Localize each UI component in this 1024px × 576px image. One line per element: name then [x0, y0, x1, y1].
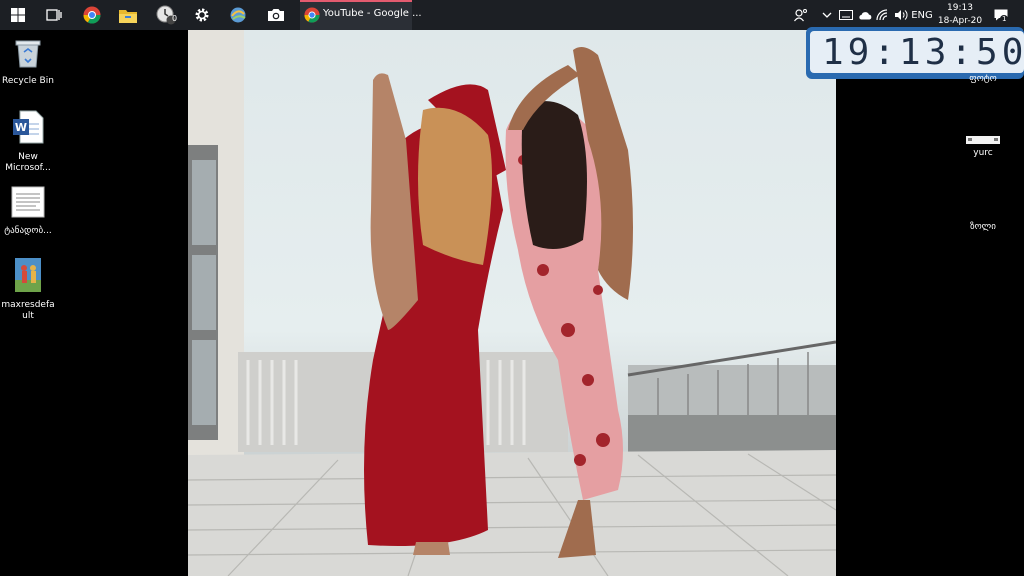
desktop-icon-right-2[interactable]: yurc	[958, 132, 1008, 162]
desktop-icon-label: yurc	[973, 148, 993, 158]
clock-date: 18-Apr-20	[937, 16, 983, 26]
image-file-icon	[15, 258, 41, 292]
file-icon	[966, 136, 1000, 144]
desktop-icon-image[interactable]: maxresdefault	[0, 258, 56, 322]
chrome-icon	[304, 7, 320, 23]
desktop-icon-label: ზოლი	[970, 222, 996, 232]
desktop-icon-label: maxresdefault	[1, 300, 55, 321]
clock-app-badge: 0	[172, 14, 178, 23]
svg-text:W: W	[15, 121, 27, 134]
speaker-icon	[895, 10, 908, 20]
onedrive-button[interactable]	[856, 0, 874, 30]
cloud-icon	[859, 11, 872, 19]
desktop-icon-right-1[interactable]: ფოტო	[958, 66, 1008, 90]
desktop-icon-label: ტანადობ...	[4, 226, 52, 236]
active-window-title: YouTube - Google ...	[323, 8, 422, 19]
chrome-icon	[83, 6, 101, 24]
clock-app-button[interactable]: 0	[148, 0, 184, 30]
start-button[interactable]	[0, 0, 36, 30]
camera-app-button[interactable]	[258, 0, 294, 30]
desktop-icon-word-doc[interactable]: W New Microsof...	[0, 110, 56, 174]
people-icon	[794, 9, 807, 22]
folder-icon	[119, 9, 137, 23]
word-document-icon: W	[13, 110, 44, 144]
show-hidden-icons-button[interactable]	[818, 0, 836, 30]
network-button[interactable]	[874, 0, 892, 30]
volume-button[interactable]	[892, 0, 910, 30]
globe-app-icon	[230, 7, 246, 23]
task-view-button[interactable]	[36, 0, 72, 30]
clock-time: 19:13	[947, 3, 973, 13]
gear-icon	[195, 8, 209, 22]
desktop-icon-label: Recycle Bin	[2, 76, 54, 86]
people-button[interactable]	[790, 0, 812, 30]
language-button[interactable]: ENG	[910, 0, 934, 30]
desktop-icon-recycle-bin[interactable]: Recycle Bin	[0, 38, 56, 87]
language-label: ENG	[911, 9, 933, 21]
notification-count: 1	[1000, 15, 1009, 23]
wifi-icon	[876, 9, 888, 21]
desktop-icon-label: ფოტო	[969, 74, 997, 84]
keyboard-icon	[839, 10, 853, 20]
clock-button[interactable]: 19:13 18-Apr-20	[936, 0, 984, 30]
file-explorer-button[interactable]	[110, 0, 146, 30]
windows-logo-icon	[11, 8, 25, 22]
network-app-button[interactable]	[220, 0, 256, 30]
desktop-icon-label: New Microsof...	[5, 152, 51, 173]
action-center-button[interactable]: 1	[990, 0, 1012, 30]
chrome-taskbar-button[interactable]	[74, 0, 110, 30]
desktop-icon-text-doc[interactable]: ტანადობ...	[0, 186, 56, 237]
yoga-photo	[188, 30, 836, 576]
taskbar: 0 YouTube - Google ... ENG 19:13 18-Apr-…	[0, 0, 1024, 30]
input-method-button[interactable]	[837, 0, 855, 30]
desktop-icon-right-3[interactable]: ზოლი	[958, 216, 1008, 240]
wallpaper-photo	[188, 30, 836, 576]
active-window-indicator	[300, 0, 412, 2]
camera-icon	[268, 9, 284, 21]
recycle-bin-icon	[15, 40, 41, 68]
text-document-icon	[11, 186, 45, 218]
chevron-down-icon	[822, 12, 832, 18]
task-view-icon	[46, 9, 62, 21]
settings-button[interactable]	[184, 0, 220, 30]
